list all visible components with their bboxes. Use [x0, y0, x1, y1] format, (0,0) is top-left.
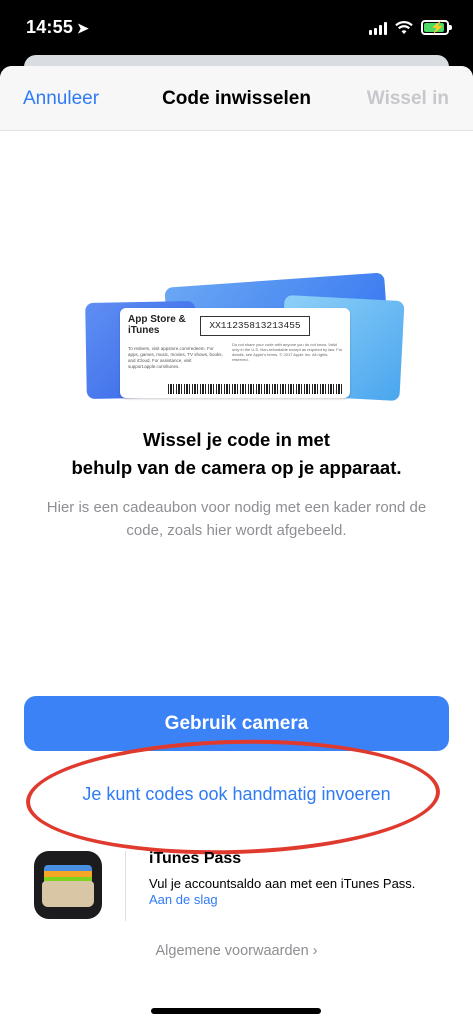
terms-link[interactable]: Algemene voorwaarden › [0, 943, 473, 959]
instructions-heading: Wissel je code in met behulp van de came… [0, 426, 473, 482]
gift-card: App Store & iTunes XX11235813213455 To r… [120, 308, 350, 398]
heading-line: behulp van de camera op je apparaat. [71, 457, 402, 478]
card-brand: App Store & iTunes [128, 314, 186, 336]
itunes-pass-title: iTunes Pass [149, 850, 242, 867]
wallet-pocket [42, 881, 94, 907]
redeem-sheet: Annuleer Code inwisselen Wissel in App S… [0, 66, 473, 1024]
get-started-link[interactable]: Aan de slag [149, 892, 218, 907]
redeem-button[interactable]: Wissel in [367, 88, 449, 110]
card-code: XX11235813213455 [200, 316, 310, 336]
instructions-subtext: Hier is een cadeaubon voor nodig met een… [46, 499, 427, 539]
location-icon: ➤ [77, 20, 89, 36]
status-bar: 14:55 ➤ ⚡ [0, 0, 473, 60]
heading-line: Wissel je code in met [143, 429, 330, 450]
card-instructions: To redeem, visit appstore.com/redeem. Fo… [128, 346, 223, 369]
manual-entry-link[interactable]: Je kunt codes ook handmatig invoeren [0, 784, 473, 805]
status-icons: ⚡ [369, 20, 452, 35]
itunes-pass-description: Vul je accountsaldo aan met een iTunes P… [149, 876, 416, 891]
battery-icon: ⚡ [421, 20, 452, 35]
gift-card-illustration: App Store & iTunes XX11235813213455 To r… [85, 272, 406, 402]
time-text: 14:55 [26, 17, 74, 37]
wallet-icon [34, 851, 102, 919]
card-fine-print: Do not share your code with anyone you d… [232, 342, 343, 362]
status-time: 14:55 ➤ [26, 17, 89, 38]
home-indicator [151, 1008, 321, 1014]
divider [125, 851, 126, 921]
cellular-signal-icon [369, 21, 387, 35]
nav-bar: Annuleer Code inwisselen Wissel in [0, 66, 473, 131]
barcode [168, 384, 344, 394]
wifi-icon [395, 20, 413, 34]
